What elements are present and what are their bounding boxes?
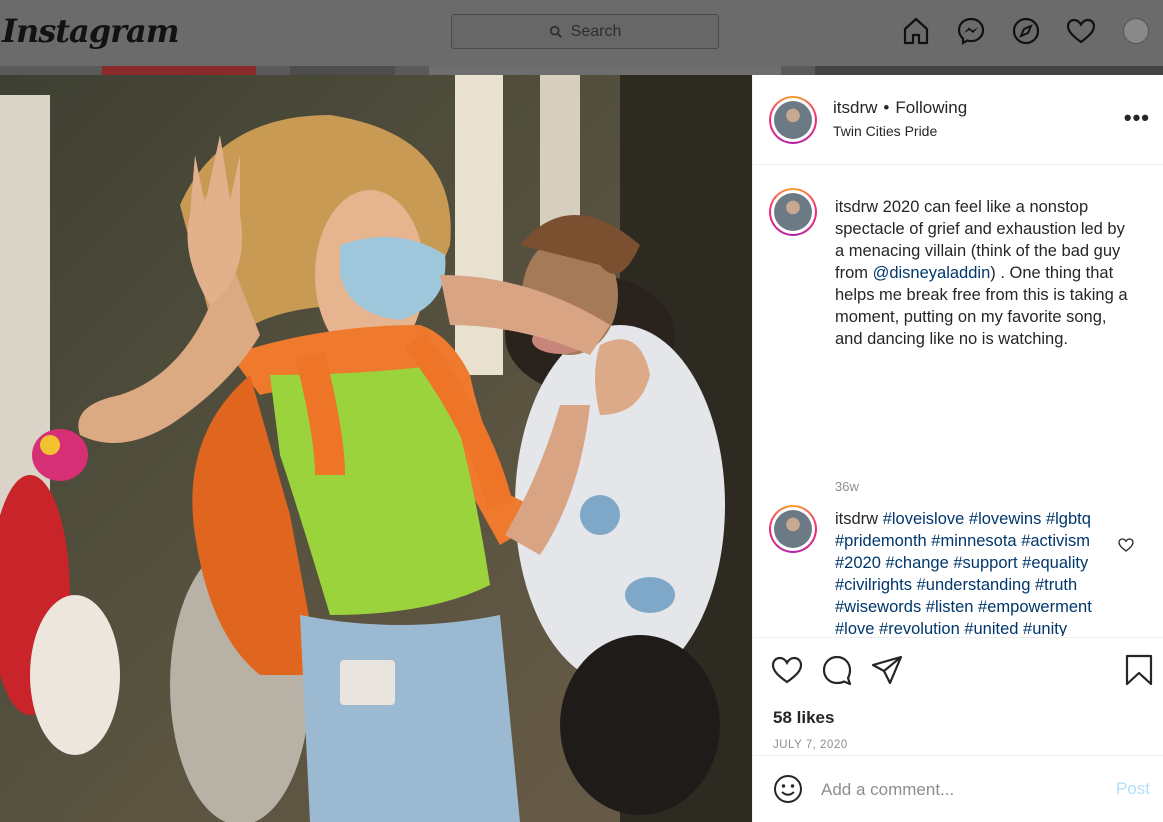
following-button[interactable]: Following <box>895 98 967 118</box>
activity-heart-icon[interactable] <box>1053 16 1108 50</box>
caption-username[interactable]: itsdrw <box>835 198 878 216</box>
comment-input[interactable] <box>821 776 1101 804</box>
feed-background-strip <box>0 66 1163 75</box>
comment-like-heart-icon[interactable] <box>1118 537 1134 553</box>
hashtag-comment: itsdrw #loveislove #lovewins #lgbtq #pri… <box>835 508 1110 636</box>
comments-list[interactable]: itsdrw 2020 can feel like a nonstop spec… <box>753 166 1163 636</box>
emoji-smiley-icon[interactable] <box>773 774 803 804</box>
home-icon[interactable] <box>888 16 943 50</box>
post-date[interactable]: JULY 7, 2020 <box>773 739 848 751</box>
messenger-icon[interactable] <box>943 16 998 50</box>
like-heart-icon[interactable] <box>771 654 803 686</box>
search-icon <box>549 25 562 38</box>
post-caption: itsdrw 2020 can feel like a nonstop spec… <box>835 196 1135 350</box>
hashtag-links[interactable]: #loveislove #lovewins #lgbtq #pridemonth… <box>835 510 1092 636</box>
comment-bubble-icon[interactable] <box>821 654 853 686</box>
comment-username[interactable]: itsdrw <box>835 510 878 528</box>
instagram-logo[interactable]: Instagram <box>2 12 180 50</box>
post-details-panel: itsdrw • Following Twin Cities Pride •••… <box>752 75 1163 822</box>
post-location[interactable]: Twin Cities Pride <box>833 123 937 139</box>
post-header: itsdrw • Following Twin Cities Pride ••• <box>753 75 1163 165</box>
explore-icon[interactable] <box>998 16 1053 50</box>
avatar <box>1122 18 1149 44</box>
comment-avatar[interactable] <box>769 505 817 553</box>
share-direct-icon[interactable] <box>871 654 903 686</box>
more-options-icon[interactable]: ••• <box>1124 105 1150 131</box>
post-photo[interactable] <box>0 75 752 822</box>
search-box[interactable]: Search <box>451 14 719 49</box>
author-avatar[interactable] <box>769 96 817 144</box>
caption-timestamp[interactable]: 36w <box>835 479 859 494</box>
nav-icons <box>888 16 1163 50</box>
profile-avatar[interactable] <box>1108 16 1163 50</box>
top-navigation-bar: Instagram Search <box>0 0 1163 66</box>
dancing-person-image <box>0 75 752 822</box>
caption-mention-link[interactable]: @disneyaladdin <box>873 264 991 282</box>
post-comment-button[interactable]: Post <box>1116 779 1150 799</box>
search-placeholder: Search <box>570 22 622 40</box>
post-actions: 58 likes JULY 7, 2020 <box>753 637 1163 755</box>
caption-avatar[interactable] <box>769 188 817 236</box>
post-modal: itsdrw • Following Twin Cities Pride •••… <box>0 75 1163 822</box>
likes-count[interactable]: 58 likes <box>773 708 834 728</box>
add-comment-section: Post <box>753 755 1163 822</box>
bookmark-save-icon[interactable] <box>1123 654 1155 686</box>
author-username[interactable]: itsdrw <box>833 98 877 118</box>
follow-separator: • <box>883 98 890 117</box>
